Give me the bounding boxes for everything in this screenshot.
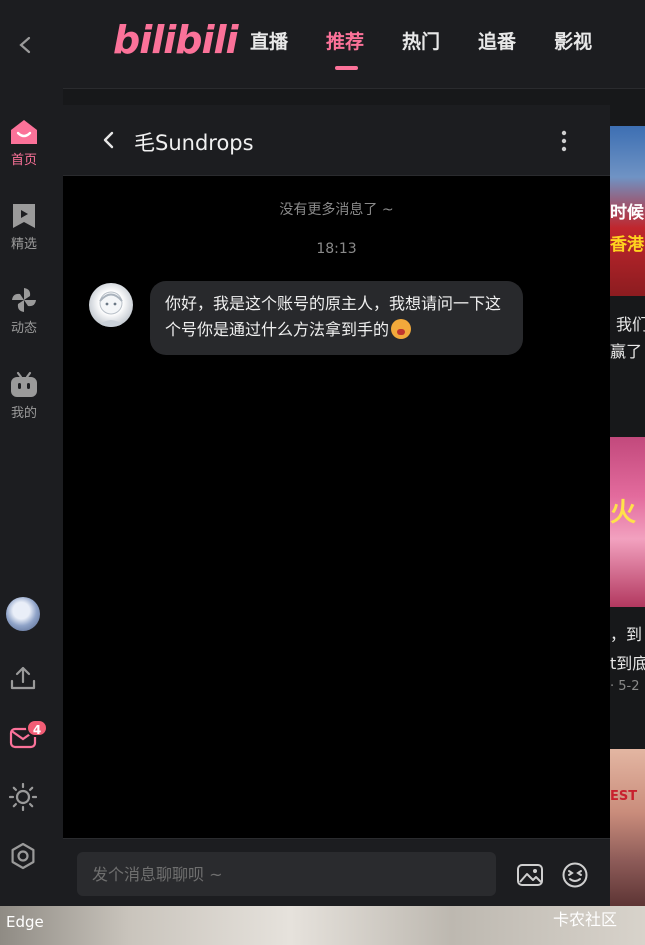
sidebar-item-home[interactable]: 首页	[0, 118, 48, 168]
video-thumbnail[interactable]: 时候 香港	[610, 126, 645, 296]
thumbnail-caption: EST	[610, 789, 638, 804]
video-title[interactable]: 我们	[616, 311, 645, 335]
user-avatar[interactable]	[6, 597, 40, 631]
settings-button[interactable]	[5, 838, 41, 874]
thumbnail-caption: 时候	[610, 203, 644, 223]
pinwheel-icon	[12, 288, 36, 312]
video-title[interactable]: 赢了	[610, 338, 642, 362]
message-bubble: 你好，我是这个账号的原主人，我想请问一下这个号你是通过什么方法拿到手的	[150, 281, 523, 355]
tab-recommend[interactable]: 推荐	[326, 27, 364, 70]
message-count-badge: 4	[26, 719, 48, 737]
tab-anime[interactable]: 追番	[478, 27, 516, 54]
more-options-icon[interactable]	[554, 128, 574, 154]
chat-header: 毛Sundrops	[63, 105, 610, 176]
left-sidebar: 首页 精选 动态 我的 4	[0, 0, 63, 906]
upload-icon	[10, 666, 36, 690]
top-header: bilibili 直播 推荐 热门 追番 影视	[63, 0, 645, 88]
bilibili-logo[interactable]: bilibili	[113, 18, 239, 62]
taskbar-edge-label[interactable]: Edge	[6, 913, 44, 931]
sidebar-item-dynamic[interactable]: 动态	[0, 286, 48, 336]
tab-movies[interactable]: 影视	[554, 27, 592, 54]
sidebar-item-label: 我的	[10, 406, 37, 421]
upload-button[interactable]	[5, 660, 41, 696]
home-icon	[11, 120, 37, 144]
avatar-face-icon	[97, 291, 125, 327]
collapse-back-icon[interactable]	[10, 30, 38, 60]
thumbnail-caption: 火	[610, 498, 637, 528]
tab-hot[interactable]: 热门	[402, 27, 440, 54]
sidebar-item-label: 首页	[10, 153, 37, 168]
chat-title: 毛Sundrops	[134, 131, 254, 155]
desktop-taskbar: Edge 卡农社区	[0, 906, 645, 945]
taskbar-watermark: 卡农社区	[553, 910, 618, 929]
crying-emoji-icon	[391, 319, 412, 339]
tab-live[interactable]: 直播	[250, 27, 288, 54]
video-title[interactable]: ，到	[610, 621, 642, 645]
settings-icon	[11, 842, 35, 870]
featured-icon	[13, 204, 35, 228]
sidebar-item-label: 动态	[10, 321, 37, 336]
emoji-icon[interactable]	[561, 861, 589, 889]
video-thumbnail[interactable]: 火	[610, 437, 645, 607]
feed-peek: 时候 香港 我们 赢了 火 ，到 t到底 · 5-2 EST	[610, 89, 645, 906]
video-meta: · 5-2	[610, 679, 640, 694]
sun-icon	[9, 783, 37, 811]
video-thumbnail[interactable]: EST	[610, 749, 645, 906]
message-input[interactable]	[77, 852, 496, 896]
tv-face-icon	[11, 371, 37, 397]
video-title[interactable]: t到底	[610, 650, 645, 674]
thumbnail-caption: 香港	[610, 235, 644, 255]
sender-avatar[interactable]	[89, 283, 133, 327]
header-divider	[63, 88, 645, 89]
message-input-bar	[63, 838, 610, 906]
message-timestamp: 18:13	[316, 241, 357, 257]
message-text: 你好，我是这个账号的原主人，我想请问一下这个号你是通过什么方法拿到手的	[165, 294, 502, 339]
no-more-messages-hint: 没有更多消息了 ~	[279, 202, 394, 218]
sidebar-item-label: 精选	[10, 237, 37, 252]
sidebar-item-mine[interactable]: 我的	[0, 371, 48, 421]
theme-toggle-button[interactable]	[5, 779, 41, 815]
sidebar-item-featured[interactable]: 精选	[0, 202, 48, 252]
chat-panel: 毛Sundrops 没有更多消息了 ~ 18:13 你好，我是这个账号的原主人，…	[63, 105, 610, 906]
image-icon[interactable]	[516, 861, 544, 889]
back-icon[interactable]	[97, 128, 121, 152]
top-tabs: 直播 推荐 热门 追番 影视	[250, 27, 630, 70]
